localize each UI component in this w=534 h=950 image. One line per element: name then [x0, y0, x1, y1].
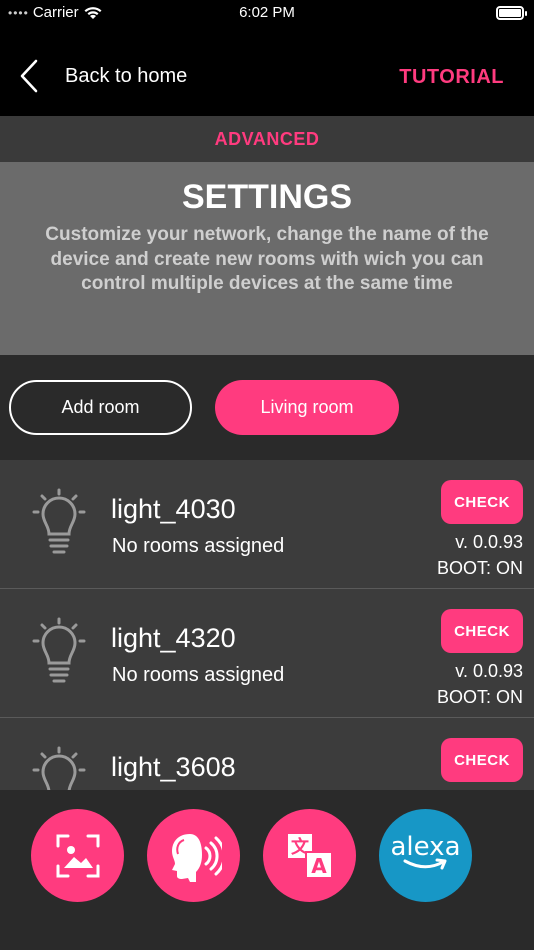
check-button[interactable]: CHECK — [441, 738, 523, 782]
chevron-left-icon — [20, 59, 38, 93]
status-time: 6:02 PM — [239, 4, 295, 21]
battery-icon — [496, 6, 527, 20]
device-name: light_4320 — [111, 623, 236, 653]
device-row[interactable]: light_3608 CHECK — [0, 718, 534, 790]
advanced-tab[interactable]: ADVANCED — [0, 116, 534, 162]
device-version: v. 0.0.93 — [455, 661, 523, 681]
add-room-button[interactable]: Add room — [9, 380, 192, 435]
tutorial-button[interactable]: TUTORIAL — [399, 66, 504, 89]
device-rooms: No rooms assigned — [112, 664, 285, 686]
device-boot-status: BOOT: ON — [436, 558, 523, 578]
device-row[interactable]: light_4030 No rooms assigned CHECK v. 0.… — [0, 460, 534, 589]
bottom-toolbar: 文 A alexa — [0, 790, 534, 950]
device-row[interactable]: light_4320 No rooms assigned CHECK v. 0.… — [0, 589, 534, 718]
translate-button[interactable]: 文 A — [263, 809, 356, 902]
settings-header: SETTINGS Customize your network, change … — [0, 162, 534, 355]
image-scan-icon — [56, 834, 99, 877]
device-rooms: No rooms assigned — [112, 535, 285, 557]
device-boot-status: BOOT: ON — [436, 687, 523, 707]
room-living-button[interactable]: Living room — [215, 380, 399, 435]
check-button[interactable]: CHECK — [441, 480, 523, 524]
translate-icon: 文 A — [287, 833, 333, 879]
gallery-button[interactable] — [31, 809, 124, 902]
voice-head-icon — [171, 833, 222, 882]
status-bar: •••• Carrier 6:02 PM — [0, 0, 534, 28]
back-button[interactable]: Back to home — [16, 58, 187, 94]
device-list[interactable]: light_4030 No rooms assigned CHECK v. 0.… — [0, 460, 534, 790]
alexa-button[interactable]: alexa — [379, 809, 472, 902]
lightbulb-icon — [32, 617, 86, 683]
device-version: v. 0.0.93 — [455, 532, 523, 552]
back-label: Back to home — [65, 64, 188, 87]
check-button[interactable]: CHECK — [441, 609, 523, 653]
svg-text:A: A — [311, 854, 327, 878]
voice-button[interactable] — [147, 809, 240, 902]
settings-description: Customize your network, change the name … — [45, 224, 489, 294]
device-name: light_4030 — [111, 494, 236, 524]
page-title: SETTINGS — [181, 178, 353, 216]
lightbulb-icon — [32, 488, 86, 554]
device-name: light_3608 — [111, 752, 236, 782]
lightbulb-icon — [32, 746, 86, 790]
alexa-smile-icon — [403, 858, 447, 869]
rooms-bar: Add room Living room — [0, 355, 534, 460]
nav-bar: Back to home TUTORIAL — [0, 28, 534, 116]
